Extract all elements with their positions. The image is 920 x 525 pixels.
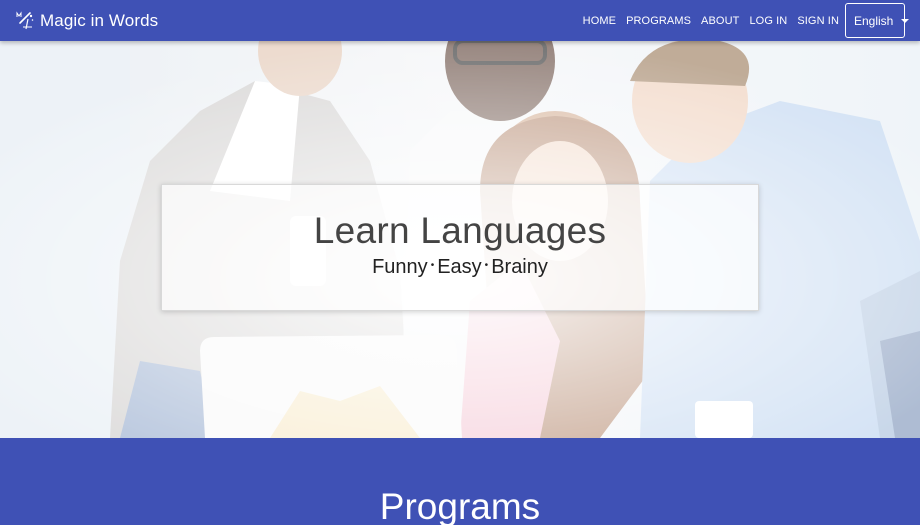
- nav-sign-in[interactable]: SIGN IN: [792, 15, 844, 27]
- hero-subtitle-brainy: Brainy: [491, 256, 548, 278]
- hero-card: Learn Languages Funny • Easy • Brainy: [161, 184, 759, 311]
- main-nav: HOME PROGRAMS ABOUT LOG IN SIGN IN Engli…: [578, 0, 910, 41]
- language-selected: English: [854, 13, 894, 28]
- hero-subtitle-funny: Funny: [372, 256, 428, 278]
- hero-subtitle-easy: Easy: [437, 256, 482, 278]
- chevron-down-icon: [901, 19, 910, 23]
- nav-programs[interactable]: PROGRAMS: [621, 15, 696, 27]
- hero-subtitle: Funny • Easy • Brainy: [162, 256, 758, 279]
- separator-dot: •: [484, 260, 489, 272]
- nav-log-in[interactable]: LOG IN: [744, 15, 792, 27]
- separator-dot: •: [430, 260, 435, 272]
- hero-title: Learn Languages: [313, 210, 607, 251]
- magic-wand-icon: [15, 10, 35, 31]
- hero-section: Learn Languages Funny • Easy • Brainy: [0, 41, 920, 438]
- nav-about[interactable]: ABOUT: [696, 15, 744, 27]
- programs-title: Programs: [379, 486, 541, 525]
- brand-name: Magic in Words: [40, 10, 159, 30]
- nav-home[interactable]: HOME: [578, 15, 621, 27]
- programs-section: Programs: [0, 438, 920, 525]
- language-select[interactable]: English: [845, 3, 910, 38]
- top-navbar: Magic in Words HOME PROGRAMS ABOUT LOG I…: [0, 0, 920, 41]
- brand-link[interactable]: Magic in Words: [15, 0, 158, 41]
